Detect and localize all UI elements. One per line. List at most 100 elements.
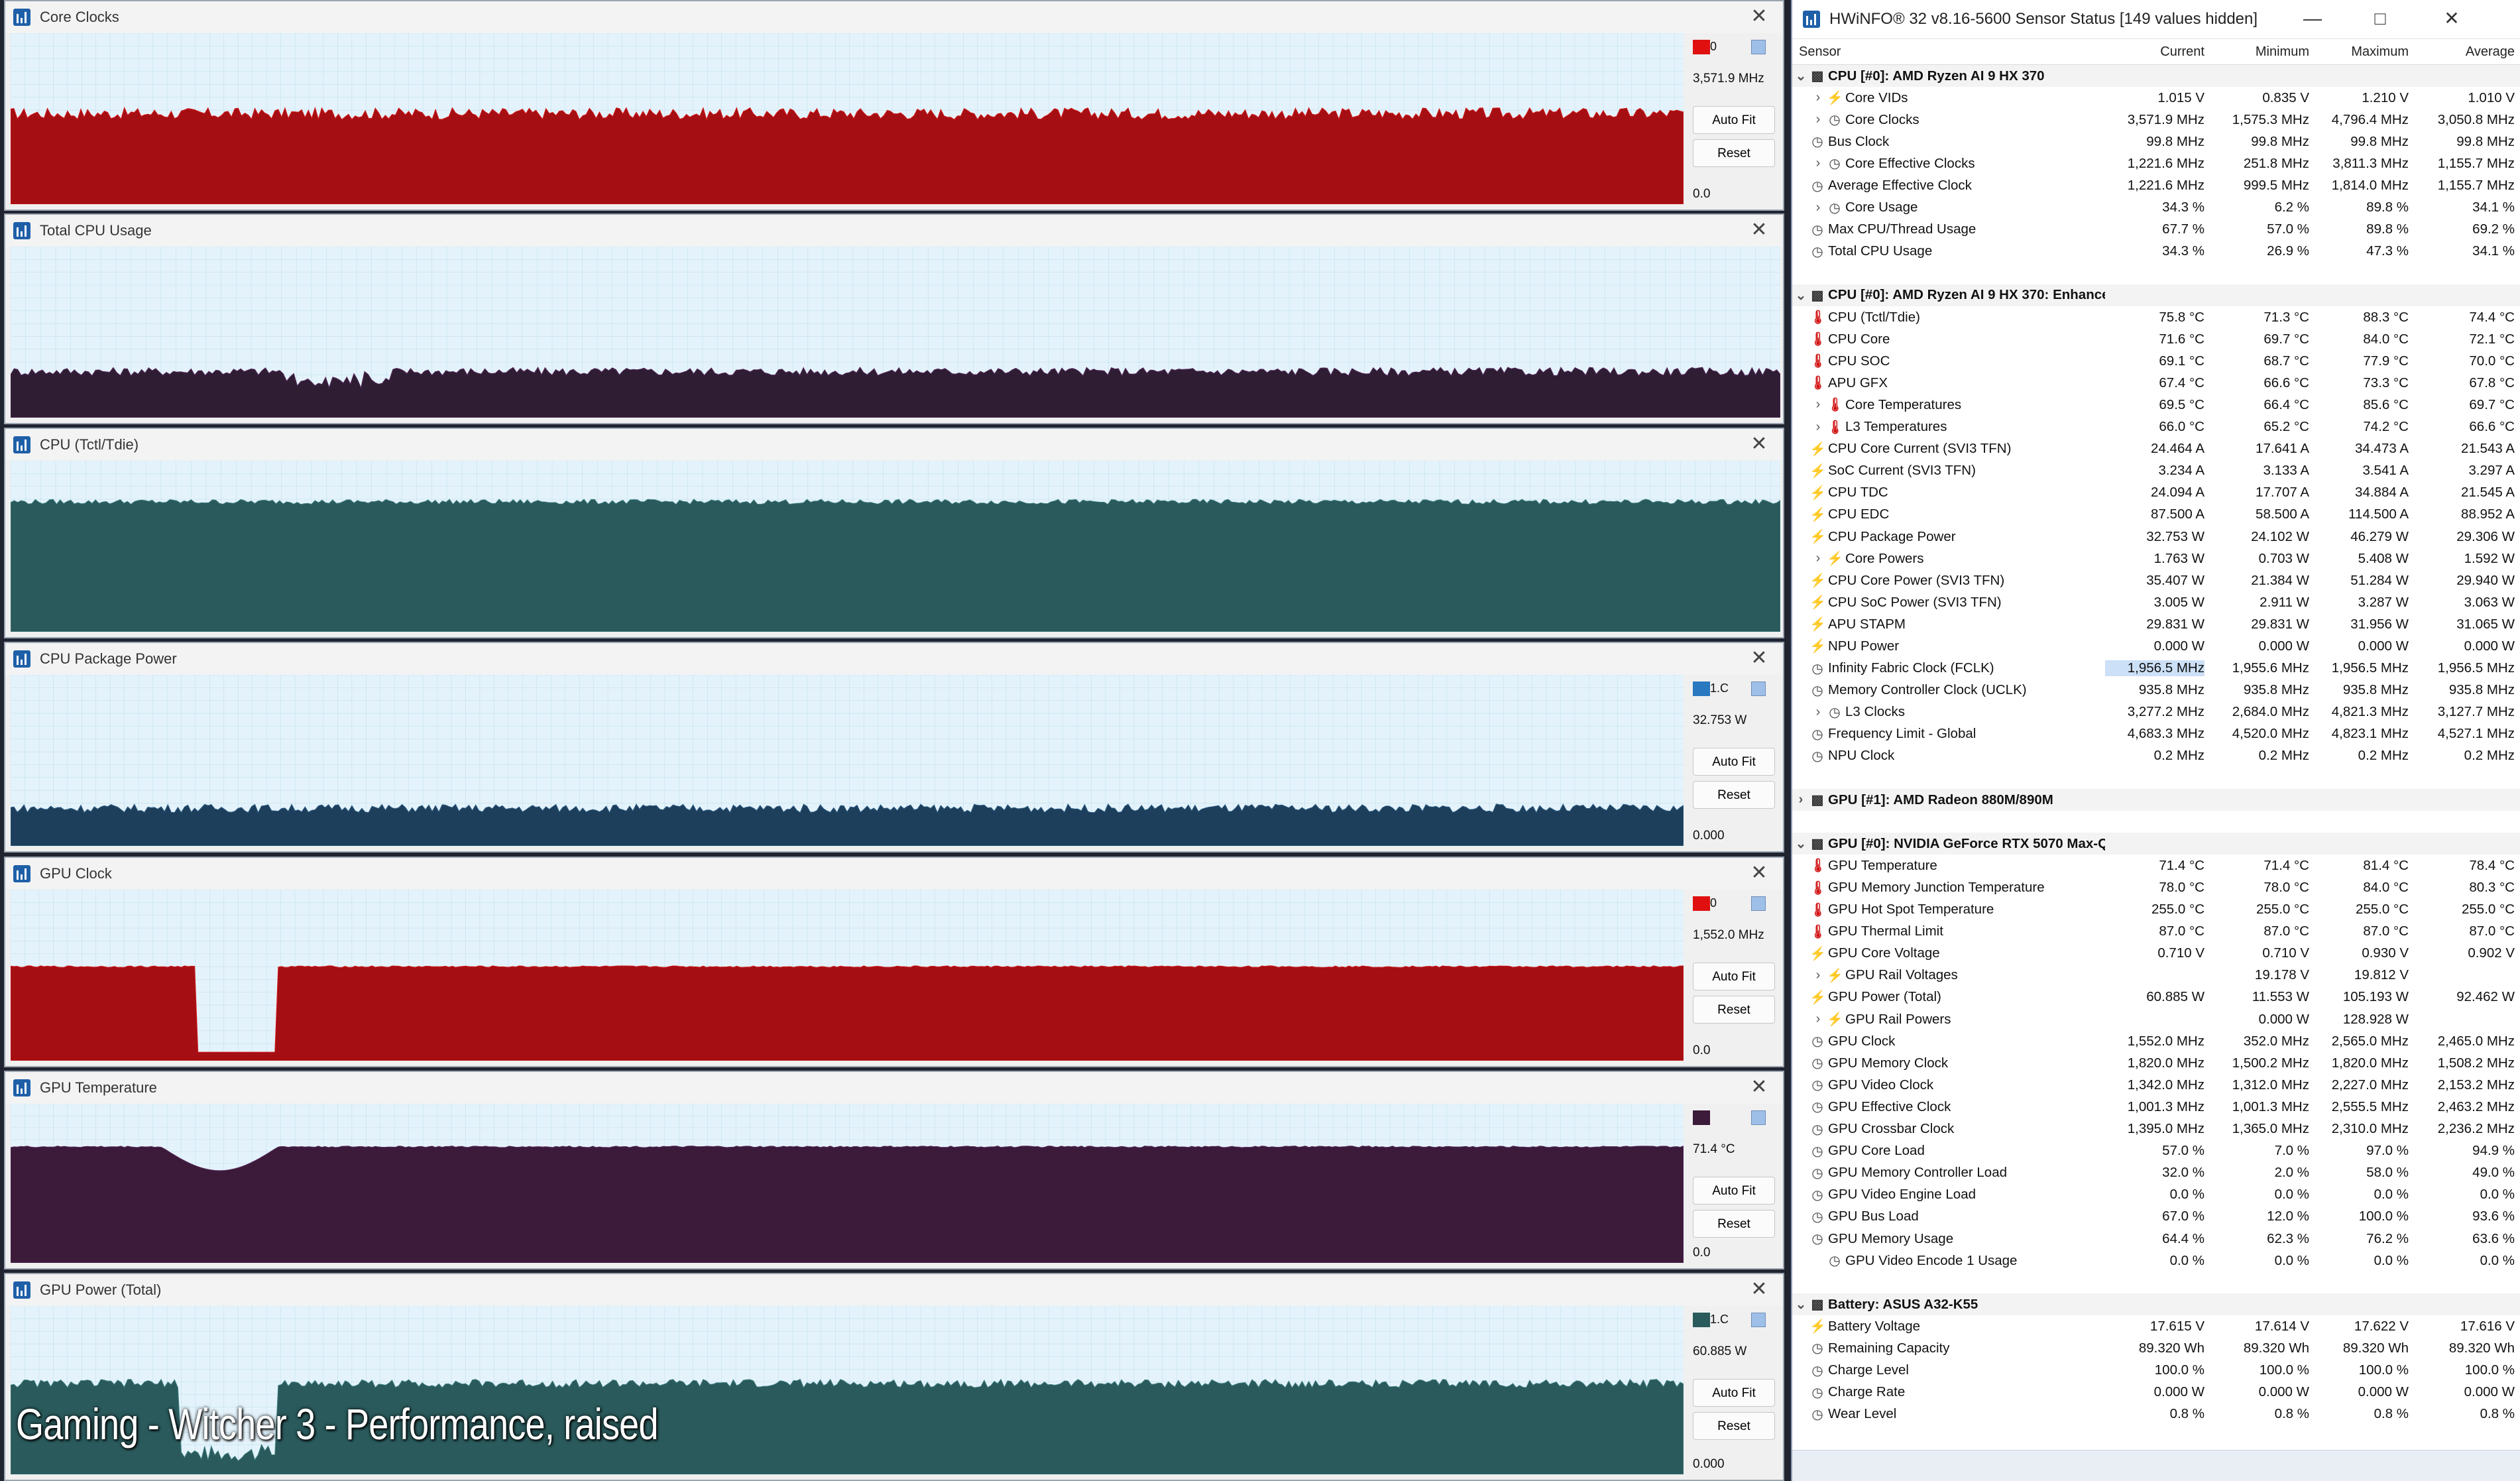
sensor-row[interactable]: ⚡ CPU Core Current (SVI3 TFN) 24.464 A 1… [1792,438,2520,460]
graph-window[interactable]: GPU Power (Total) ✕ 1.C 60.885 W Auto Fi… [4,1273,1784,1481]
reset-button[interactable]: Reset [1693,1412,1775,1440]
graph-window[interactable]: Total CPU Usage ✕ [4,213,1784,424]
close-icon[interactable]: ✕ [1747,1278,1771,1302]
sensor-row[interactable]: ⚡ GPU Power (Total) 60.885 W 11.553 W 10… [1792,986,2520,1008]
color-swatch[interactable] [1693,1313,1710,1327]
sensor-row[interactable]: › ⚡ GPU Rail Voltages 19.178 V 19.812 V [1792,965,2520,986]
sensor-row[interactable]: ⚡ SoC Current (SVI3 TFN) 3.234 A 3.133 A… [1792,460,2520,482]
sensor-row[interactable]: ◷ Charge Level 100.0 % 100.0 % 100.0 % 1… [1792,1360,2520,1382]
close-icon[interactable]: ✕ [1747,5,1771,29]
sensor-row[interactable]: 🌡 GPU Temperature 71.4 °C 71.4 °C 81.4 °… [1792,855,2520,876]
sensor-row[interactable]: ◷ Max CPU/Thread Usage 67.7 % 57.0 % 89.… [1792,219,2520,241]
sensor-row[interactable]: ◷ GPU Clock 1,552.0 MHz 352.0 MHz 2,565.… [1792,1030,2520,1052]
column-average[interactable]: Average [2409,44,2515,60]
reset-button[interactable]: Reset [1693,996,1775,1024]
chevron-right-icon[interactable]: › [1809,551,1827,566]
sensor-row[interactable]: › ⚡ Core Powers 1.763 W 0.703 W 5.408 W … [1792,548,2520,569]
sensor-row[interactable]: ◷ Frequency Limit - Global 4,683.3 MHz 4… [1792,723,2520,745]
sensor-row[interactable]: › ◷ Core Usage 34.3 % 6.2 % 89.8 % 34.1 … [1792,197,2520,219]
column-maximum[interactable]: Maximum [2309,44,2409,60]
sensor-window-titlebar[interactable]: HWiNFO® 32 v8.16-5600 Sensor Status [149… [1792,0,2520,39]
sensor-row[interactable]: 🌡 APU GFX 67.4 °C 66.6 °C 73.3 °C 67.8 °… [1792,372,2520,394]
chevron-right-icon[interactable]: › [1809,420,1827,435]
graph-titlebar[interactable]: CPU Package Power [5,643,1783,675]
sensor-list[interactable]: ⌄ ▩ CPU [#0]: AMD Ryzen AI 9 HX 370 › ⚡ … [1792,65,2520,1425]
graph-titlebar[interactable]: GPU Power (Total) [5,1274,1783,1306]
sensor-row[interactable]: ◷ GPU Effective Clock 1,001.3 MHz 1,001.… [1792,1096,2520,1118]
graph-window[interactable]: GPU Temperature ✕ 71.4 °C Auto Fit Reset [4,1071,1784,1270]
sensor-group-header[interactable]: › ▩ GPU [#1]: AMD Radeon 880M/890M [1792,789,2520,811]
sensor-row[interactable]: › ◷ Core Effective Clocks 1,221.6 MHz 25… [1792,152,2520,174]
sensor-row[interactable]: ◷ Memory Controller Clock (UCLK) 935.8 M… [1792,680,2520,701]
close-icon[interactable]: ✕ [1747,647,1771,671]
color-swatch-secondary[interactable] [1751,681,1766,696]
sensor-row[interactable]: ◷ Remaining Capacity 89.320 Wh 89.320 Wh… [1792,1337,2520,1359]
auto-fit-button[interactable]: Auto Fit [1693,748,1775,776]
sensor-row[interactable]: ⚡ Battery Voltage 17.615 V 17.614 V 17.6… [1792,1315,2520,1337]
sensor-row[interactable]: › 🌡 L3 Temperatures 66.0 °C 65.2 °C 74.2… [1792,416,2520,438]
sensor-group-header[interactable]: ⌄ ▩ GPU [#0]: NVIDIA GeForce RTX 5070 Ma… [1792,833,2520,855]
graph-titlebar[interactable]: Total CPU Usage [5,215,1783,247]
color-swatch[interactable] [1693,1110,1710,1125]
column-current[interactable]: Current [2105,44,2205,60]
sensor-group-header[interactable]: ⌄ ▩ CPU [#0]: AMD Ryzen AI 9 HX 370: Enh… [1792,284,2520,307]
color-swatch[interactable] [1693,896,1710,911]
graph-titlebar[interactable]: GPU Clock [5,858,1783,890]
sensor-row[interactable]: ⚡ GPU Core Voltage 0.710 V 0.710 V 0.930… [1792,943,2520,965]
chevron-right-icon[interactable]: › [1809,1012,1827,1027]
chevron-right-icon[interactable]: › [1792,792,1809,807]
graph-window[interactable]: Core Clocks ✕ 0 3,571.9 MHz Auto Fit Res… [4,0,1784,211]
chevron-down-icon[interactable]: ⌄ [1792,1296,1809,1313]
sensor-row[interactable]: › 🌡 Core Temperatures 69.5 °C 66.4 °C 85… [1792,394,2520,416]
sensor-row[interactable]: ◷ Bus Clock 99.8 MHz 99.8 MHz 99.8 MHz 9… [1792,131,2520,152]
sensor-row[interactable]: ⚡ CPU Package Power 32.753 W 24.102 W 46… [1792,526,2520,548]
sensor-row[interactable]: ◷ GPU Memory Clock 1,820.0 MHz 1,500.2 M… [1792,1052,2520,1074]
color-swatch[interactable] [1693,681,1710,696]
sensor-row[interactable]: ◷ Wear Level 0.8 % 0.8 % 0.8 % 0.8 % [1792,1403,2520,1425]
graph-window[interactable]: GPU Clock ✕ 0 1,552.0 MHz Auto Fit Reset [4,857,1784,1067]
color-swatch-secondary[interactable] [1751,896,1766,911]
sensor-row[interactable]: 🌡 CPU SOC 69.1 °C 68.7 °C 77.9 °C 70.0 °… [1792,350,2520,372]
sensor-row[interactable]: 🌡 GPU Memory Junction Temperature 78.0 °… [1792,876,2520,898]
chevron-right-icon[interactable]: › [1809,156,1827,171]
chevron-right-icon[interactable]: › [1809,112,1827,127]
chevron-down-icon[interactable]: ⌄ [1792,835,1809,852]
graph-titlebar[interactable]: Core Clocks [5,1,1783,33]
chevron-right-icon[interactable]: › [1809,968,1827,983]
sensor-row[interactable]: ◷ GPU Video Encode 1 Usage 0.0 % 0.0 % 0… [1792,1250,2520,1272]
sensor-row[interactable]: ◷ Total CPU Usage 34.3 % 26.9 % 47.3 % 3… [1792,241,2520,263]
sensor-row[interactable]: 🌡 GPU Hot Spot Temperature 255.0 °C 255.… [1792,899,2520,921]
sensor-row[interactable]: ⚡ CPU Core Power (SVI3 TFN) 35.407 W 21.… [1792,569,2520,591]
close-icon[interactable]: ✕ [1747,862,1771,886]
sensor-row[interactable]: ◷ GPU Video Engine Load 0.0 % 0.0 % 0.0 … [1792,1184,2520,1206]
graph-window[interactable]: CPU (Tctl/Tdie) ✕ [4,428,1784,638]
close-icon[interactable]: ✕ [1747,433,1771,457]
auto-fit-button[interactable]: Auto Fit [1693,1177,1775,1205]
chevron-right-icon[interactable]: › [1809,90,1827,105]
sensor-row[interactable]: › ⚡ Core VIDs 1.015 V 0.835 V 1.210 V 1.… [1792,87,2520,109]
chevron-down-icon[interactable]: ⌄ [1792,68,1809,84]
sensor-row[interactable]: ◷ GPU Memory Controller Load 32.0 % 2.0 … [1792,1162,2520,1184]
graph-titlebar[interactable]: GPU Temperature [5,1072,1783,1104]
sensor-row[interactable]: › ◷ Core Clocks 3,571.9 MHz 1,575.3 MHz … [1792,109,2520,131]
graph-titlebar[interactable]: CPU (Tctl/Tdie) [5,429,1783,461]
column-sensor[interactable]: Sensor [1792,44,2105,60]
sensor-row[interactable]: ◷ GPU Core Load 57.0 % 7.0 % 97.0 % 94.9… [1792,1140,2520,1162]
sensor-row[interactable]: ⚡ APU STAPM 29.831 W 29.831 W 31.956 W 3… [1792,613,2520,635]
close-icon[interactable]: ✕ [2422,0,2482,38]
close-icon[interactable]: ✕ [1747,1076,1771,1100]
color-swatch-secondary[interactable] [1751,1313,1766,1327]
reset-button[interactable]: Reset [1693,781,1775,809]
sensor-row[interactable]: ◷ Average Effective Clock 1,221.6 MHz 99… [1792,174,2520,196]
graph-window[interactable]: CPU Package Power ✕ 1.C 32.753 W Auto Fi… [4,642,1784,853]
color-swatch-secondary[interactable] [1751,1110,1766,1125]
reset-button[interactable]: Reset [1693,1210,1775,1238]
sensor-row[interactable]: ◷ GPU Video Clock 1,342.0 MHz 1,312.0 MH… [1792,1074,2520,1096]
maximize-icon[interactable]: □ [2350,0,2410,38]
auto-fit-button[interactable]: Auto Fit [1693,1379,1775,1407]
auto-fit-button[interactable]: Auto Fit [1693,106,1775,134]
sensor-row[interactable]: ◷ Infinity Fabric Clock (FCLK) 1,956.5 M… [1792,658,2520,680]
sensor-group-header[interactable]: ⌄ ▩ CPU [#0]: AMD Ryzen AI 9 HX 370 [1792,65,2520,88]
sensor-row[interactable]: ◷ GPU Bus Load 67.0 % 12.0 % 100.0 % 93.… [1792,1206,2520,1228]
auto-fit-button[interactable]: Auto Fit [1693,963,1775,990]
